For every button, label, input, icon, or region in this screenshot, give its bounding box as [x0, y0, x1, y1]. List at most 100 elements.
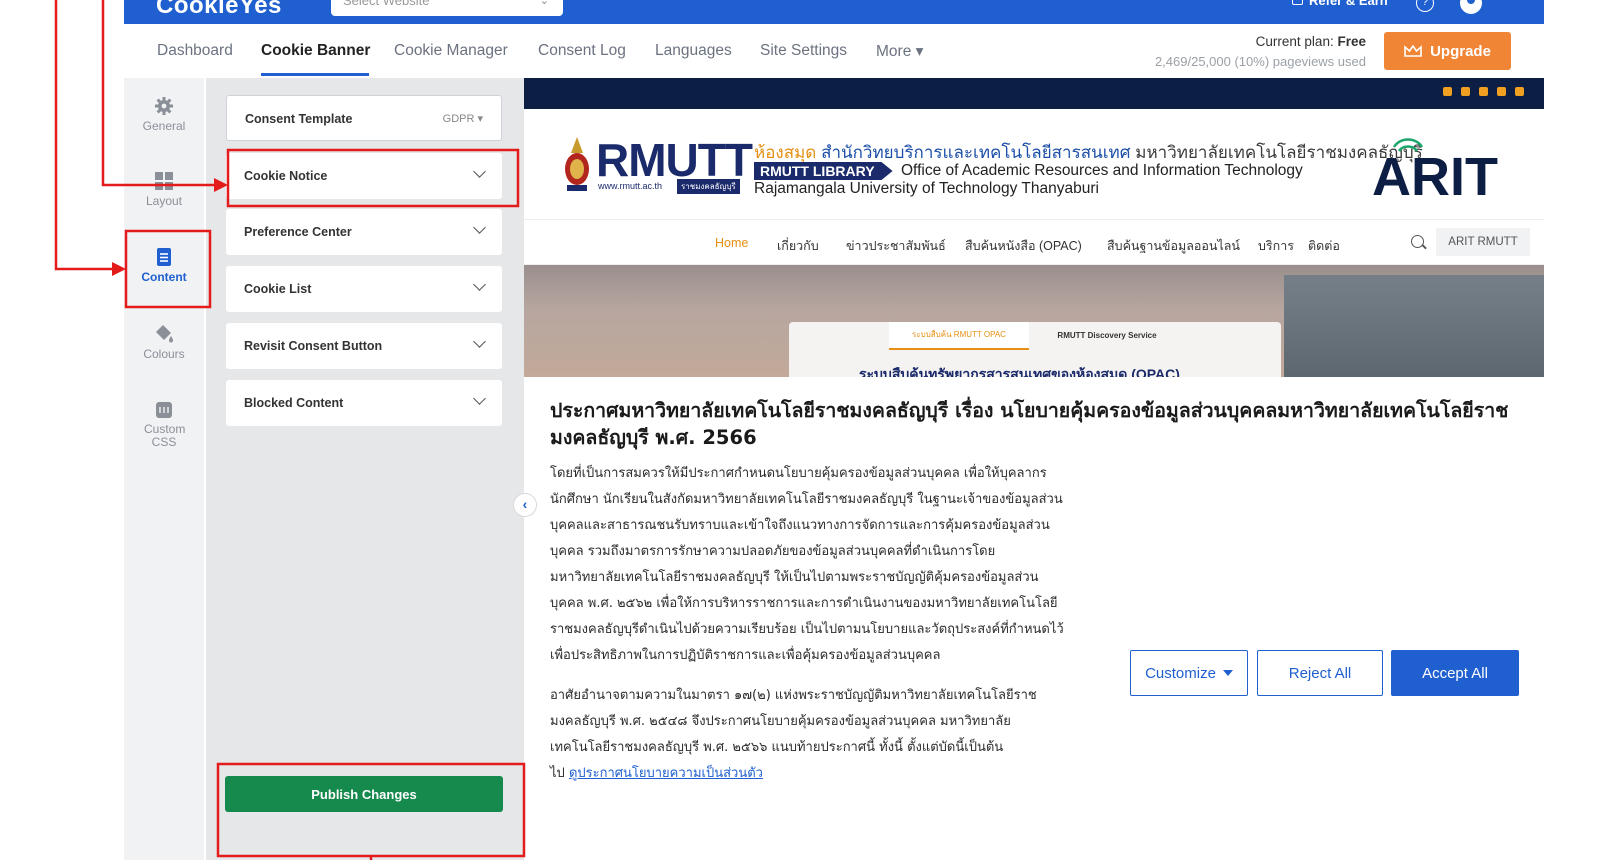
reject-all-button[interactable]: Reject All — [1257, 650, 1383, 696]
rail-content[interactable]: Content — [124, 247, 204, 284]
plan-value: Free — [1337, 34, 1366, 49]
accordion-label: Cookie List — [244, 282, 312, 296]
current-plan: Current plan: Free — [1256, 34, 1366, 49]
nav-consent-log[interactable]: Consent Log — [538, 42, 626, 60]
site-menu-home[interactable]: Home — [715, 236, 748, 250]
preview-site-topbar — [524, 78, 1544, 109]
accept-all-button[interactable]: Accept All — [1391, 650, 1519, 696]
paint-icon — [156, 325, 173, 343]
cookie-notice-body: โดยที่เป็นการสมควรให้มีประกาศกำหนดนโยบาย… — [550, 466, 1064, 663]
site-menu-databases[interactable]: สืบค้นฐานข้อมูลออนไลน์ — [1107, 236, 1240, 256]
banner-tab-opac[interactable]: ระบบสืบค้น RMUTT OPAC — [889, 322, 1029, 350]
consent-template-select[interactable]: Consent Template GDPR ▾ — [226, 95, 502, 141]
pageviews-usage: 2,469/25,000 (10%) pageviews used — [1154, 54, 1366, 69]
upgrade-button[interactable]: Upgrade — [1384, 32, 1511, 70]
site-menu-contact[interactable]: ติดต่อ — [1308, 236, 1340, 256]
cookie-notice-title: ประกาศมหาวิทยาลัยเทคโนโลยีราชมงคลธัญบุรี… — [550, 399, 1509, 449]
banner-preview: RMUTT www.rmutt.ac.th ราชมงคลธัญบุรี ห้อ… — [524, 78, 1544, 860]
rail-layout[interactable]: Layout — [124, 171, 204, 208]
privacy-policy-link[interactable]: ดูประกาศนโยบายความเป็นส่วนตัว — [569, 766, 763, 781]
rail-custom-css[interactable]: Custom CSS — [124, 400, 204, 449]
website-select-placeholder: Select Website — [343, 0, 430, 8]
gift-icon — [1292, 0, 1303, 5]
customize-button[interactable]: Customize — [1130, 650, 1248, 696]
rail-colours-label: Colours — [143, 347, 185, 361]
accordion-blocked-content[interactable]: Blocked Content — [226, 380, 502, 426]
chevron-down-icon — [473, 221, 486, 234]
nav-site-settings[interactable]: Site Settings — [760, 42, 847, 60]
nav-dashboard[interactable]: Dashboard — [157, 42, 233, 60]
upgrade-label: Upgrade — [1430, 42, 1491, 60]
collapse-panel-button[interactable]: ‹ — [513, 493, 537, 517]
rail-layout-label: Layout — [145, 194, 183, 208]
rail-general[interactable]: General — [124, 96, 204, 133]
rmutt-url: www.rmutt.ac.th — [598, 181, 663, 191]
chevron-down-icon: ⌄ — [539, 0, 549, 7]
website-select[interactable]: Select Website ⌄ — [331, 0, 563, 16]
refer-earn-label: Refer & Earn — [1309, 0, 1388, 8]
content-settings-panel: Consent Template GDPR ▾ Cookie Notice Pr… — [206, 78, 524, 860]
accordion-label: Preference Center — [244, 225, 352, 239]
accordion-preference-center[interactable]: Preference Center — [226, 209, 502, 255]
arit-logo-text: ARIT — [1372, 147, 1498, 201]
search-icon[interactable] — [1411, 235, 1424, 248]
mail-icon[interactable] — [1515, 87, 1524, 96]
document-icon — [157, 248, 171, 266]
site-menu-about[interactable]: เกี่ยวกับ — [777, 236, 819, 256]
publish-changes-button[interactable]: Publish Changes — [225, 776, 503, 812]
crown-icon — [1404, 44, 1422, 57]
banner-tab-discovery[interactable]: RMUTT Discovery Service — [1037, 322, 1177, 350]
app-logo[interactable]: CookieYes — [156, 0, 282, 20]
accordion-cookie-notice[interactable]: Cookie Notice — [226, 153, 502, 199]
consent-template-value: GDPR ▾ — [442, 113, 483, 125]
social-icons — [1443, 87, 1524, 96]
nav-more[interactable]: More ▾ — [876, 42, 923, 61]
rmutt-tag: ราชมงคลธัญบุรี — [677, 179, 740, 194]
site-menu-opac[interactable]: สืบค้นหนังสือ (OPAC) — [965, 236, 1082, 256]
chevron-down-icon — [473, 335, 486, 348]
caret-down-icon — [1222, 670, 1233, 676]
banner-building-image — [1284, 275, 1544, 377]
site-menu-arit-button[interactable]: ARIT RMUTT — [1436, 228, 1530, 256]
refer-earn-link[interactable]: Refer & Earn — [1292, 0, 1388, 8]
gear-icon — [155, 97, 173, 115]
top-bar: CookieYes Select Website ⌄ Refer & Earn … — [124, 0, 1544, 24]
rail-custom-css-label: Custom CSS — [144, 422, 186, 449]
library-english-heading: Office of Academic Resources and Informa… — [901, 162, 1303, 179]
youtube-icon[interactable] — [1479, 87, 1488, 96]
site-menu-services[interactable]: บริการ — [1258, 236, 1294, 256]
consent-template-label: Consent Template — [245, 112, 353, 126]
arrow-to-content-tab — [54, 0, 112, 271]
grid-icon — [155, 172, 173, 190]
rail-colours[interactable]: Colours — [124, 324, 204, 361]
instagram-icon[interactable] — [1497, 87, 1506, 96]
chevron-down-icon — [473, 278, 486, 291]
cookie-notice-body-2: อาศัยอำนาจตามความในมาตรา ๑๗(๒) แห่งพระรา… — [550, 683, 1116, 787]
accordion-label: Cookie Notice — [244, 169, 328, 183]
twitter-icon[interactable] — [1461, 87, 1470, 96]
nav-cookie-banner[interactable]: Cookie Banner — [261, 42, 370, 60]
university-english-name: Rajamangala University of Technology Tha… — [754, 180, 1099, 197]
university-seal-icon — [565, 137, 589, 191]
preview-site-header: RMUTT www.rmutt.ac.th ราชมงคลธัญบุรี ห้อ… — [524, 109, 1544, 219]
plan-label: Current plan: — [1255, 34, 1334, 49]
facebook-icon[interactable] — [1443, 87, 1452, 96]
nav-cookie-manager[interactable]: Cookie Manager — [394, 42, 508, 60]
app-window: CookieYes Select Website ⌄ Refer & Earn … — [0, 0, 1600, 860]
accordion-cookie-list[interactable]: Cookie List — [226, 266, 502, 312]
user-avatar-icon[interactable] — [1460, 0, 1482, 14]
chevron-down-icon — [473, 165, 486, 178]
rail-content-label: Content — [141, 270, 187, 284]
css-icon — [156, 402, 172, 418]
nav-languages[interactable]: Languages — [655, 42, 732, 60]
arit-logo: ARIT — [1372, 138, 1498, 201]
preview-site-banner: ระบบสืบค้น RMUTT OPAC RMUTT Discovery Se… — [524, 265, 1544, 382]
accordion-revisit-consent-button[interactable]: Revisit Consent Button — [226, 323, 502, 369]
banner-search-card: ระบบสืบค้น RMUTT OPAC RMUTT Discovery Se… — [789, 322, 1281, 382]
preview-site-menu: Home เกี่ยวกับ ข่าวประชาสัมพันธ์ สืบค้นห… — [524, 219, 1544, 265]
cookie-notice-banner: ประกาศมหาวิทยาลัยเทคโนโลยีราชมงคลธัญบุรี… — [524, 377, 1544, 860]
customize-label: Customize — [1145, 664, 1216, 682]
active-tab-indicator — [261, 73, 369, 76]
question-icon[interactable]: ? — [1416, 0, 1434, 12]
site-menu-news[interactable]: ข่าวประชาสัมพันธ์ — [846, 236, 946, 256]
